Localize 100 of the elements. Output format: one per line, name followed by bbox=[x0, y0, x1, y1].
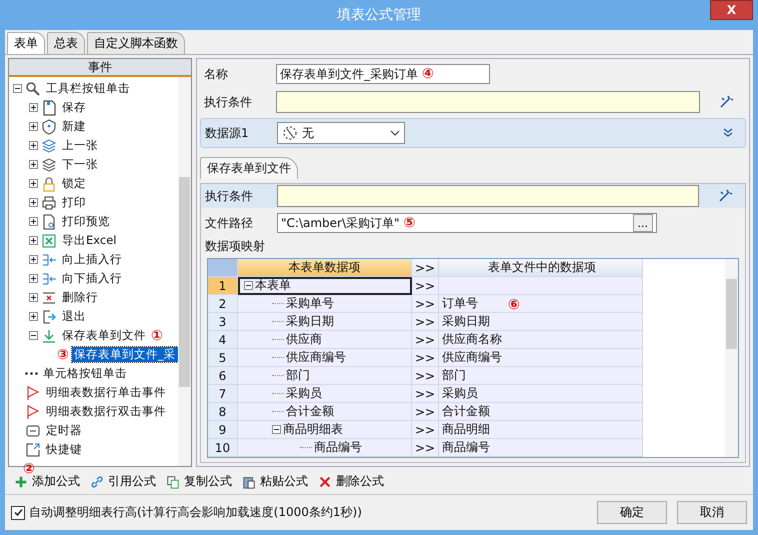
tree-item[interactable]: 保存 bbox=[60, 100, 88, 115]
file-path-field[interactable]: "C:\amber\采购订单" ⑤ ... bbox=[277, 213, 657, 233]
browse-button[interactable]: ... bbox=[632, 214, 653, 232]
scrollbar[interactable] bbox=[725, 259, 738, 457]
flag-icon bbox=[25, 384, 41, 400]
row-delete-icon bbox=[41, 290, 57, 306]
document-magnifier-icon bbox=[41, 214, 57, 230]
collapse-toggle[interactable] bbox=[29, 331, 38, 340]
close-button[interactable]: X bbox=[710, 0, 753, 20]
expand-toggle[interactable] bbox=[29, 236, 38, 245]
row-number: 8 bbox=[208, 403, 238, 421]
expand-toggle[interactable] bbox=[29, 103, 38, 112]
table-cell: 供应商编号 bbox=[286, 349, 346, 366]
tree-item[interactable]: 明细表数据行单击事件 bbox=[44, 385, 168, 400]
tree-item[interactable]: 退出 bbox=[60, 309, 88, 324]
tree-item[interactable]: 下一张 bbox=[60, 157, 100, 172]
table-cell: >> bbox=[412, 313, 439, 331]
double-chevron-icon[interactable] bbox=[723, 128, 733, 138]
tree-item[interactable]: 单元格按钮单击 bbox=[41, 366, 129, 381]
tab[interactable]: 表单 bbox=[7, 32, 45, 54]
tree-item[interactable]: 打印预览 bbox=[60, 214, 112, 229]
tree-item[interactable]: 工具栏按钮单击 bbox=[44, 81, 132, 96]
expand-toggle[interactable] bbox=[29, 160, 38, 169]
tree-item[interactable]: 向上插入行 bbox=[60, 252, 124, 267]
table-cell: 采购日期 bbox=[439, 313, 643, 331]
wand-icon[interactable] bbox=[718, 94, 734, 110]
toolbar-button[interactable]: 引用公式 bbox=[87, 473, 159, 490]
row-insert-icon bbox=[41, 252, 57, 268]
tab[interactable]: 总表 bbox=[47, 32, 85, 54]
checkmark-icon bbox=[12, 507, 24, 518]
dialog-button[interactable]: 取消 bbox=[677, 501, 747, 524]
table-cell: >> bbox=[412, 367, 439, 385]
annotation-number: ④ bbox=[422, 66, 434, 82]
expand-toggle[interactable] bbox=[29, 179, 38, 188]
condition-field[interactable] bbox=[276, 91, 700, 113]
row-number: 2 bbox=[208, 295, 238, 313]
scrollbar[interactable] bbox=[178, 77, 191, 466]
tree-item[interactable]: 新建 bbox=[60, 119, 88, 134]
expand-toggle[interactable] bbox=[29, 255, 38, 264]
row-number: 10 bbox=[208, 439, 238, 457]
annotation-number: ⑥ bbox=[508, 297, 520, 313]
collapse-toggle[interactable] bbox=[13, 84, 22, 93]
expand-toggle[interactable] bbox=[29, 141, 38, 150]
table-cell: 供应商编号 bbox=[439, 349, 643, 367]
toolbar-button[interactable]: 粘贴公式 bbox=[239, 473, 311, 490]
tree-item[interactable]: 打印 bbox=[60, 195, 88, 210]
annotation-number: ⑤ bbox=[404, 215, 416, 231]
tree-item[interactable]: 定时器 bbox=[44, 423, 84, 438]
expand-toggle[interactable] bbox=[29, 293, 38, 302]
dialog-button[interactable]: 确定 bbox=[597, 501, 667, 524]
caret-icon bbox=[390, 130, 400, 136]
copy-icon bbox=[166, 474, 180, 488]
annotation-number: ③ bbox=[57, 346, 69, 362]
collapse-toggle[interactable] bbox=[272, 425, 281, 434]
dots-icon bbox=[25, 372, 38, 375]
table-cell: 商品编号 bbox=[314, 439, 362, 456]
tree-item[interactable]: 导出Excel bbox=[60, 233, 118, 248]
tab[interactable]: 保存表单到文件 bbox=[200, 157, 298, 179]
tree-item[interactable]: 明细表数据行双击事件 bbox=[44, 404, 168, 419]
tree-item[interactable]: 快捷键 bbox=[44, 442, 84, 457]
download-icon bbox=[41, 328, 57, 344]
row-number: 6 bbox=[208, 367, 238, 385]
table-cell: 本表单 bbox=[255, 277, 291, 294]
tree-item[interactable]: 保存表单到文件 bbox=[60, 328, 148, 343]
row-insert-icon bbox=[41, 270, 57, 286]
row-number: 1 bbox=[208, 277, 238, 295]
tree-item[interactable]: 锁定 bbox=[60, 176, 88, 191]
expand-toggle[interactable] bbox=[29, 122, 38, 131]
table-cell: 商品编号 bbox=[439, 439, 643, 457]
table-cell: 供应商 bbox=[286, 331, 322, 348]
table-cell: >> bbox=[412, 349, 439, 367]
tree-item[interactable]: 保存表单到文件_采 bbox=[72, 347, 178, 362]
window-title: 填表公式管理 bbox=[337, 6, 421, 24]
toolbar-button[interactable]: 复制公式 bbox=[163, 473, 235, 490]
datasource-dropdown[interactable]: 无 bbox=[277, 122, 405, 144]
tab[interactable]: 自定义脚本函数 bbox=[87, 32, 185, 54]
tree-item[interactable]: 向下插入行 bbox=[60, 271, 124, 286]
expand-toggle[interactable] bbox=[29, 198, 38, 207]
table-cell: 采购日期 bbox=[286, 313, 334, 330]
table-cell: 商品明细表 bbox=[283, 421, 343, 438]
clipboard-icon bbox=[242, 474, 256, 488]
checkbox[interactable] bbox=[11, 506, 25, 520]
row-number: 9 bbox=[208, 421, 238, 439]
expand-toggle[interactable] bbox=[29, 217, 38, 226]
row-number: 3 bbox=[208, 313, 238, 331]
field-label: 文件路径 bbox=[205, 214, 254, 232]
tree-item[interactable]: 上一张 bbox=[60, 138, 100, 153]
name-field[interactable]: 保存表单到文件_采购订单 ④ bbox=[276, 64, 490, 84]
tree-item[interactable]: 删除行 bbox=[60, 290, 100, 305]
layers-icon bbox=[41, 156, 57, 172]
expand-toggle[interactable] bbox=[29, 274, 38, 283]
printer-icon bbox=[41, 194, 57, 210]
expand-toggle[interactable] bbox=[29, 312, 38, 321]
wand-icon[interactable] bbox=[717, 188, 733, 204]
exit-icon bbox=[41, 308, 57, 324]
condition-field[interactable] bbox=[277, 185, 699, 207]
collapse-toggle[interactable] bbox=[244, 281, 253, 290]
table-cell: >> bbox=[412, 277, 439, 295]
table-cell: 部门 bbox=[439, 367, 643, 385]
toolbar-button[interactable]: 删除公式 bbox=[315, 473, 387, 490]
